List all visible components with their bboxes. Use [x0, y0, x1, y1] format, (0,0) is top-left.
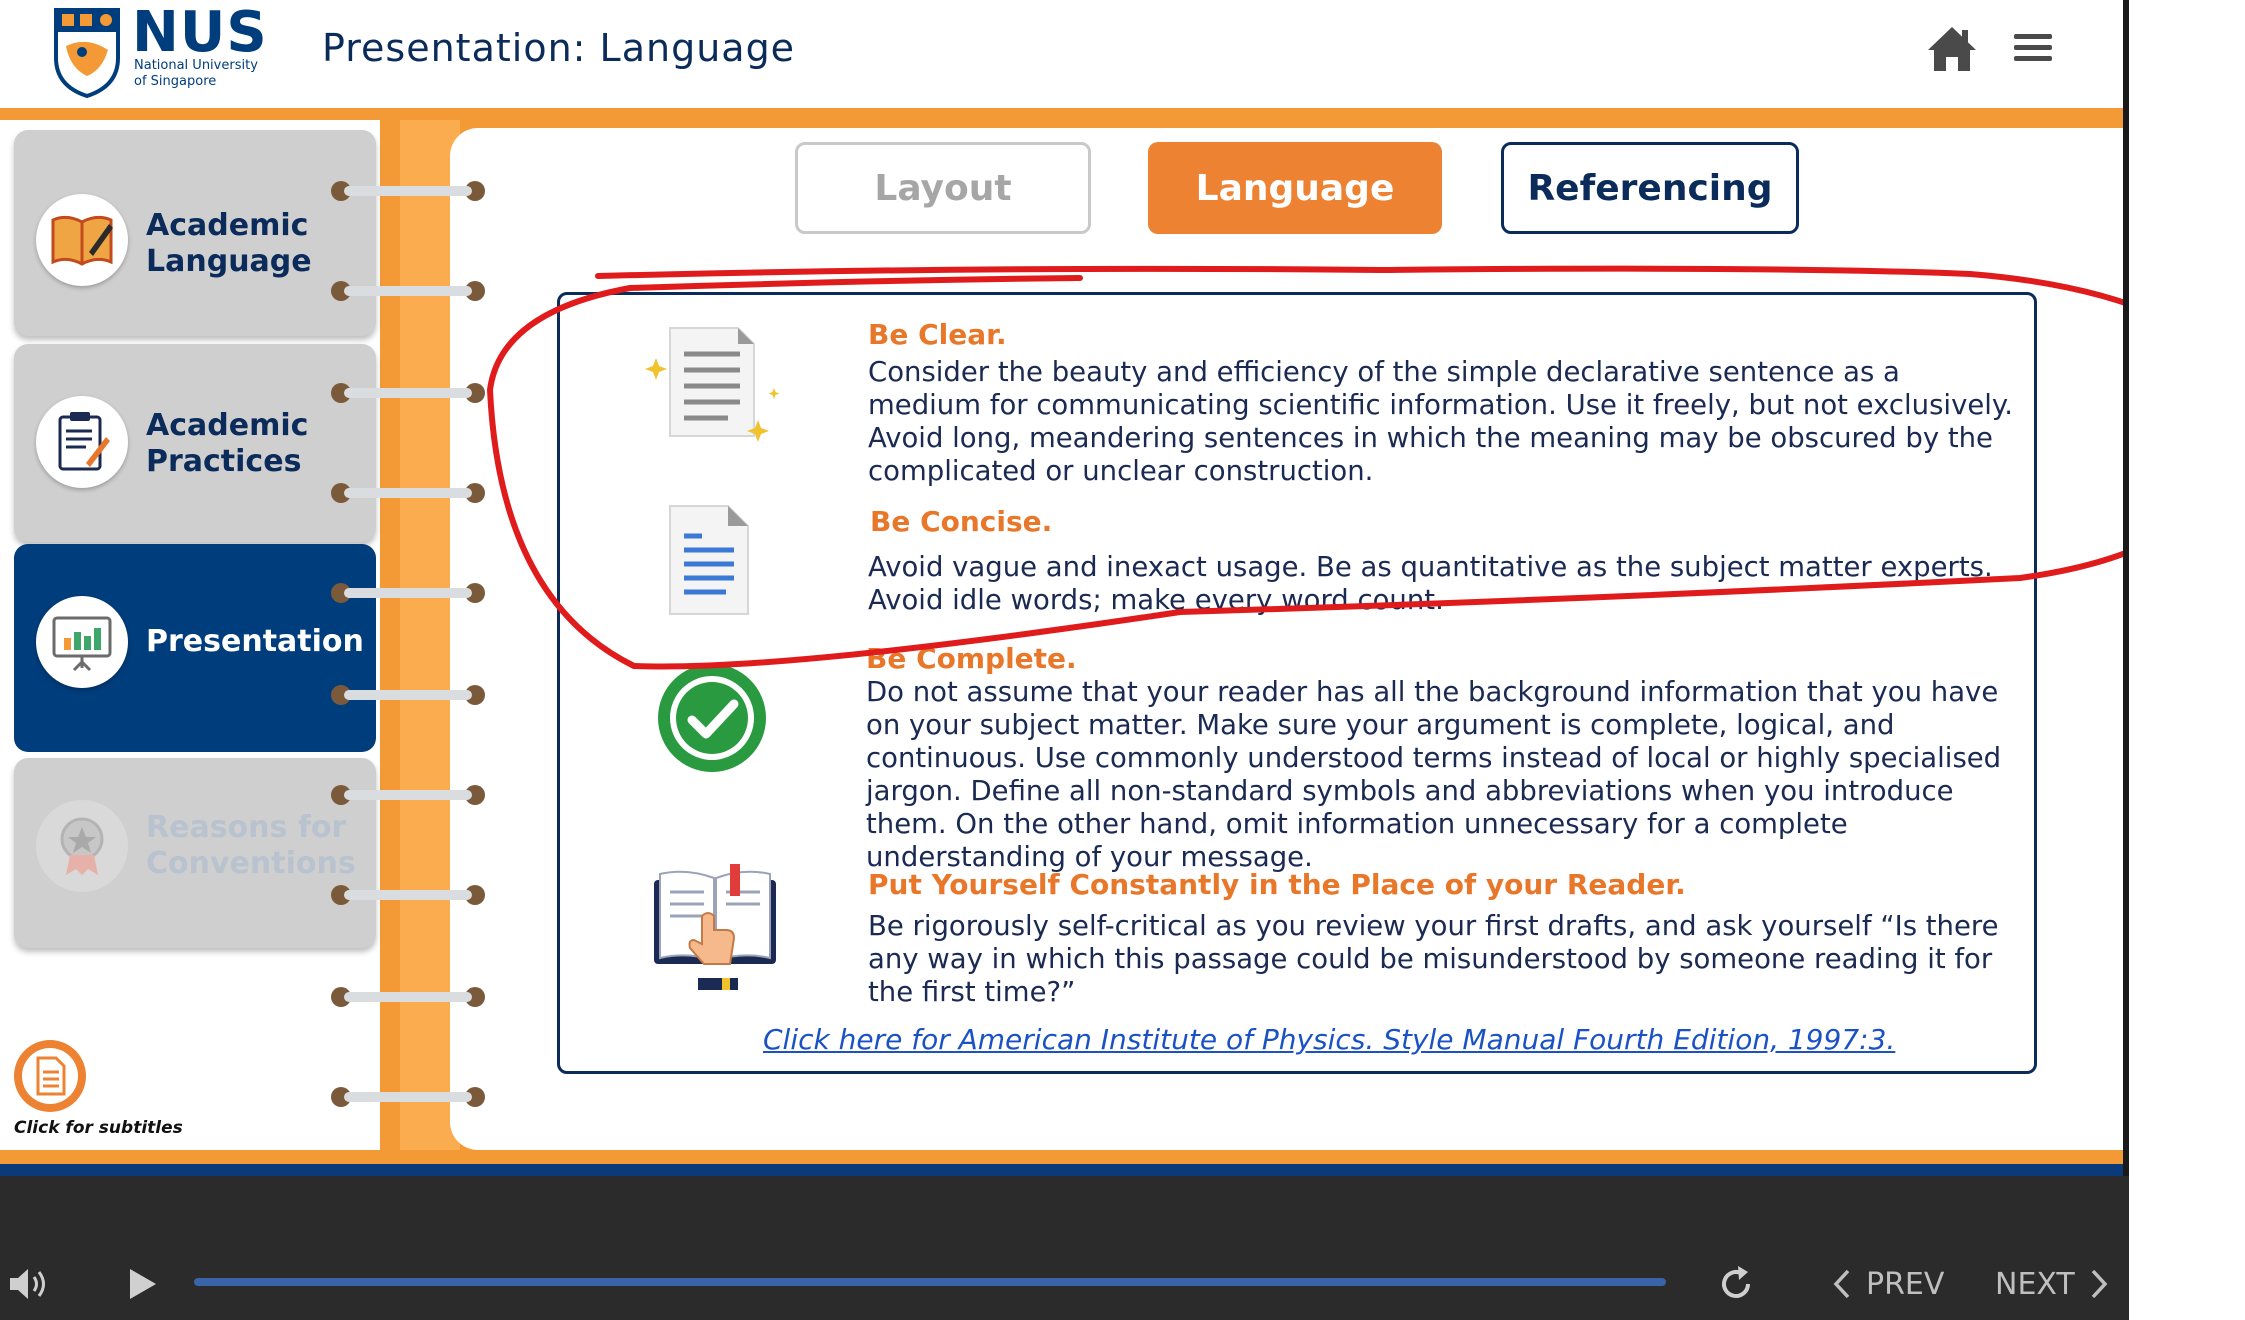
replay-icon[interactable] — [1716, 1264, 1756, 1304]
sidebar-item-label: Reasons for Conventions — [146, 810, 356, 881]
reference-link[interactable]: Click here for American Institute of Phy… — [763, 1023, 1895, 1056]
bottom-blue-bar — [0, 1164, 2123, 1176]
spiral-ring — [330, 180, 486, 202]
nus-logo: NUS National University of Singapore — [52, 0, 267, 99]
sidebar-item-presentation[interactable]: Presentation — [14, 544, 376, 752]
volume-icon[interactable] — [8, 1266, 50, 1302]
clipboard-icon — [36, 396, 128, 488]
book-reading-hand-icon — [650, 860, 780, 996]
player-bar — [0, 1176, 2129, 1320]
section-title: Put Yourself Constantly in the Place of … — [868, 868, 1686, 901]
sidebar-item-label: Academic Language — [146, 208, 312, 279]
next-button[interactable]: NEXT — [1995, 1262, 2109, 1306]
page-title: Presentation: Language — [322, 26, 796, 70]
spiral-ring — [330, 1086, 486, 1108]
spiral-ring — [330, 684, 486, 706]
sidebar-item-academic-practices[interactable]: Academic Practices — [14, 344, 376, 542]
tab-referencing[interactable]: Referencing — [1501, 142, 1799, 234]
section-body: Do not assume that your reader has all t… — [866, 676, 2002, 873]
chevron-left-icon — [1833, 1269, 1850, 1299]
chevron-right-icon — [2091, 1269, 2108, 1299]
logo-text: NUS — [132, 0, 268, 65]
tab-layout[interactable]: Layout — [795, 142, 1091, 234]
prev-button[interactable]: PREV — [1832, 1262, 1944, 1306]
spiral-ring — [330, 986, 486, 1008]
section-title-punct: . — [1675, 868, 1686, 901]
header — [0, 0, 2123, 108]
spiral-ring — [330, 482, 486, 504]
sidebar-item-label: Presentation — [146, 624, 364, 659]
award-medal-icon — [36, 800, 128, 892]
subtitles-icon[interactable] — [12, 1038, 88, 1114]
prev-label: PREV — [1866, 1266, 1945, 1302]
spiral-ring — [330, 582, 486, 604]
progress-bar[interactable] — [194, 1278, 1666, 1286]
logo-subtext-2: of Singapore — [134, 74, 217, 89]
spiral-ring — [330, 784, 486, 806]
book-pen-icon — [36, 194, 128, 286]
section-body: Be rigorously self-critical as you revie… — [868, 910, 1999, 1008]
presentation-board-icon — [36, 596, 128, 688]
spiral-ring — [330, 884, 486, 906]
home-icon[interactable] — [1926, 24, 1978, 74]
hamburger-menu-icon[interactable] — [2012, 30, 2054, 66]
outside-area — [2129, 0, 2245, 1176]
spiral-ring — [330, 382, 486, 404]
logo-subtext-1: National University — [134, 58, 258, 73]
sidebar-item-reasons-for-conventions[interactable]: Reasons for Conventions — [14, 758, 376, 948]
sidebar-item-academic-language[interactable]: Academic Language — [14, 130, 376, 336]
tab-language[interactable]: Language — [1148, 142, 1442, 234]
nus-crest-icon — [54, 8, 120, 99]
sidebar-item-label: Academic Practices — [146, 408, 309, 479]
spiral-ring — [330, 280, 486, 302]
section-title-text: Put Yourself Constantly in the Place of … — [868, 868, 1676, 901]
next-label: NEXT — [1995, 1266, 2075, 1302]
header-divider — [0, 108, 2123, 120]
red-circle-annotation — [486, 265, 2235, 670]
play-button[interactable] — [126, 1266, 158, 1302]
subtitles-label[interactable]: Click for subtitles — [14, 1118, 183, 1138]
notebook-bottom-edge — [0, 1150, 2123, 1164]
